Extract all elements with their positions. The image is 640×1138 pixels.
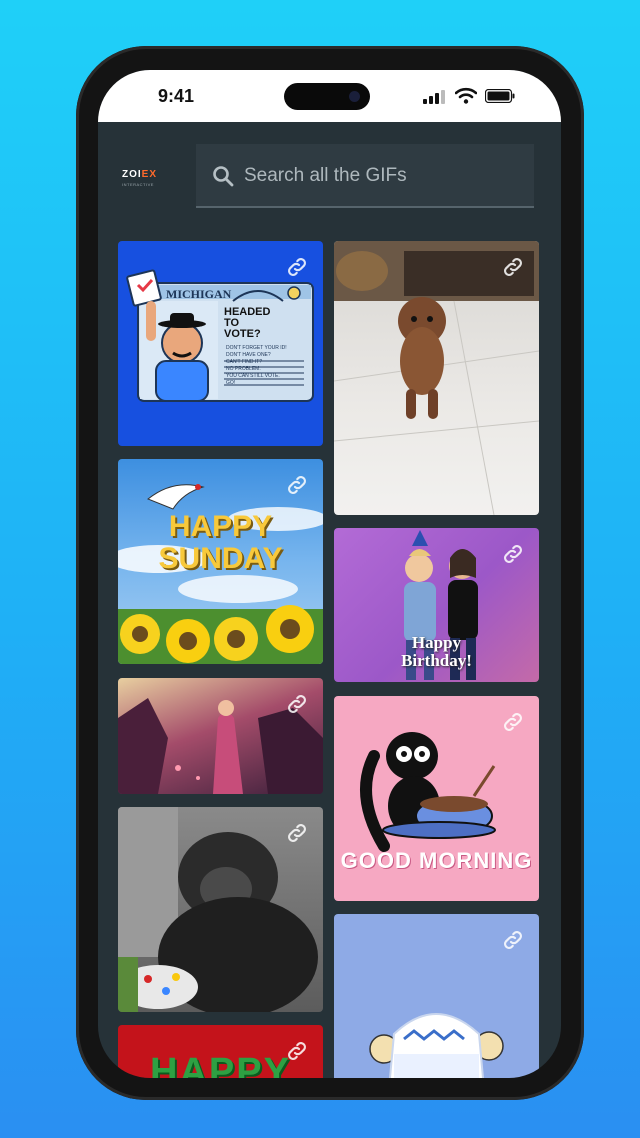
gif-happy-partial[interactable]: HAPPY <box>118 1025 323 1078</box>
vote-state-label: MICHIGAN <box>166 287 232 301</box>
gif-happy-sunday[interactable]: HAPPY SUNDAY <box>118 459 323 664</box>
app-header: ZOIEX INTERACTIVE <box>98 122 561 222</box>
brand-tagline: INTERACTIVE <box>122 182 154 187</box>
sunday-caption: HAPPY SUNDAY <box>118 511 323 575</box>
link-icon[interactable] <box>501 710 525 734</box>
vote-line-3: VOTE? <box>224 328 261 340</box>
sunday-line-1: HAPPY <box>168 510 273 543</box>
signal-icon <box>423 90 445 104</box>
vote-headline: HEADED TO VOTE? <box>224 307 270 340</box>
camera-icon <box>349 91 360 102</box>
gif-good-morning[interactable]: GOOD MORNING <box>334 696 539 901</box>
vote-fine-print: DON'T FORGET YOUR ID! DON'T HAVE ONE? CA… <box>226 345 287 387</box>
birthday-caption: Happy Birthday! <box>334 634 539 670</box>
battery-icon <box>485 89 515 103</box>
gif-gorilla[interactable] <box>118 807 323 1012</box>
gif-happy-birthday[interactable]: Happy Birthday! <box>334 528 539 682</box>
link-icon[interactable] <box>501 928 525 952</box>
birthday-line-1: Happy <box>411 633 462 652</box>
gif-cake-cats[interactable] <box>334 914 539 1078</box>
dynamic-island <box>284 83 370 110</box>
link-icon[interactable] <box>285 692 309 716</box>
search-icon <box>213 166 234 187</box>
link-icon[interactable] <box>501 255 525 279</box>
link-icon[interactable] <box>285 473 309 497</box>
vote-fine-4: NO PROBLEM. <box>226 366 261 372</box>
gif-anime-scene[interactable] <box>118 678 323 794</box>
search-bar[interactable] <box>196 144 534 208</box>
status-time: 9:41 <box>158 86 195 106</box>
link-icon[interactable] <box>285 821 309 845</box>
birthday-line-2: Birthday! <box>401 651 472 670</box>
vote-fine-5: YOU CAN STILL VOTE. <box>226 373 280 379</box>
link-icon[interactable] <box>285 1039 309 1063</box>
wifi-icon <box>455 87 477 104</box>
vote-fine-3: CAN'T FIND IT? <box>226 359 263 365</box>
brand-logo[interactable]: ZOIEX INTERACTIVE <box>122 170 172 194</box>
sunday-line-2: SUNDAY <box>158 542 283 575</box>
brand-name: ZOIEX <box>122 169 158 180</box>
good-morning-caption: GOOD MORNING <box>340 848 533 873</box>
gif-headed-to-vote[interactable]: MICHIGAN HEADED TO VOTE? DON'T FORGET YO… <box>118 241 323 446</box>
link-icon[interactable] <box>501 542 525 566</box>
poodle-illustration <box>334 241 539 515</box>
phone-screen: 9:41 ZOIEX INTERACTIVE Search all the GI… <box>98 70 561 1078</box>
vote-fine-2: DON'T HAVE ONE? <box>226 352 271 358</box>
gif-dancing-poodle[interactable] <box>334 241 539 515</box>
status-bar: 9:41 <box>98 70 561 122</box>
search-input[interactable] <box>242 158 526 194</box>
link-icon[interactable] <box>285 255 309 279</box>
vote-fine-6: GO! <box>226 380 236 386</box>
vote-fine-1: DON'T FORGET YOUR ID! <box>226 345 287 351</box>
